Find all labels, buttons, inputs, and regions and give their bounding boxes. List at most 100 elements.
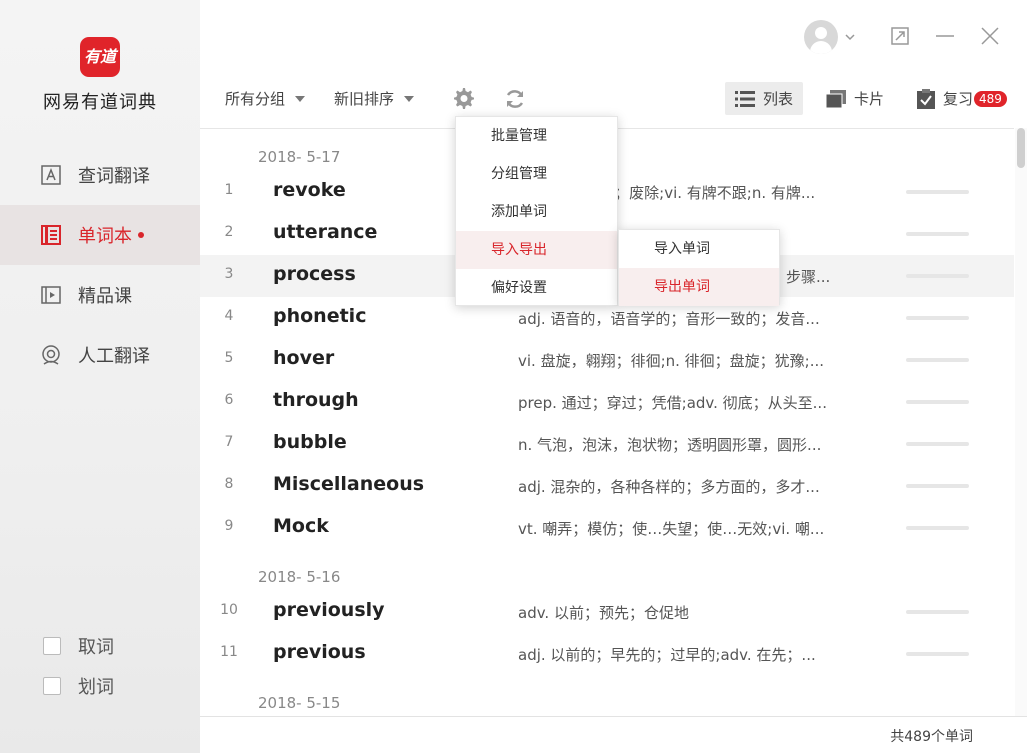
definition-text: adj. 混杂的，各种各样的；多方面的，多才... <box>518 478 820 496</box>
progress-bar <box>906 652 969 656</box>
scrollbar[interactable] <box>1015 128 1027 716</box>
caret-down-icon <box>404 95 415 102</box>
menu-item-import-words[interactable]: 导入单词 <box>619 230 779 268</box>
sidebar-item-human-translate[interactable]: 人工翻译 <box>0 325 200 385</box>
human-translate-icon <box>42 345 60 365</box>
word-text: revoke <box>273 179 346 201</box>
table-row[interactable]: 9 Mock vt. 嘲弄；模仿；使…失望；使…无效;vi. 嘲... <box>200 507 1014 549</box>
row-number: 10 <box>220 602 238 618</box>
progress-bar <box>906 190 969 194</box>
capture-word-checkbox[interactable] <box>43 637 61 655</box>
list-view-button[interactable]: 列表 <box>725 82 804 115</box>
word-text: process <box>273 263 356 285</box>
review-label: 复习 <box>943 90 974 108</box>
definition-text: prep. 通过；穿过；凭借;adv. 彻底；从头至... <box>518 394 827 412</box>
sidebar-item-course[interactable]: 精品课 <box>0 265 200 325</box>
maximize-icon[interactable] <box>888 24 912 48</box>
user-avatar[interactable] <box>804 20 838 54</box>
sidebar-item-label: 人工翻译 <box>78 346 150 367</box>
settings-gear-icon[interactable] <box>452 87 476 111</box>
row-number: 8 <box>224 476 234 492</box>
sidebar-item-wordbook[interactable]: 单词本 <box>0 205 200 265</box>
close-icon[interactable] <box>978 24 1002 48</box>
word-count: 共489个单词 <box>890 729 973 745</box>
progress-bar <box>906 316 969 320</box>
review-button[interactable]: 复习 489 <box>907 82 1017 115</box>
row-number: 1 <box>224 182 234 198</box>
table-row[interactable]: 7 bubble n. 气泡，泡沫，泡状物；透明圆形罩，圆形... <box>200 423 1014 465</box>
card-view-button[interactable]: 卡片 <box>816 82 894 115</box>
course-icon <box>41 286 61 304</box>
row-number: 2 <box>224 224 234 240</box>
option-capture-word[interactable]: 取词 <box>43 633 114 659</box>
date-header: 2018- 5-16 <box>258 568 341 586</box>
definition-text: n. 气泡，泡沫，泡状物；透明圆形罩，圆形... <box>518 436 822 454</box>
menu-item-export-words[interactable]: 导出单词 <box>619 268 779 306</box>
progress-bar <box>906 358 969 362</box>
progress-bar <box>906 610 969 614</box>
word-text: Miscellaneous <box>273 473 425 495</box>
definition-text: vi. 盘旋，翱翔；徘徊;n. 徘徊；盘旋；犹豫;... <box>518 352 825 370</box>
sort-label: 新旧排序 <box>334 90 395 108</box>
date-header: 2018- 5-15 <box>258 694 341 712</box>
progress-bar <box>906 484 969 488</box>
table-row[interactable]: 6 through prep. 通过；穿过；凭借;adv. 彻底；从头至... <box>200 381 1014 423</box>
select-word-checkbox[interactable] <box>43 677 61 695</box>
option-label: 划词 <box>78 677 114 698</box>
sidebar-item-dictionary[interactable]: 查词翻译 <box>0 145 200 205</box>
table-row[interactable]: 11 previous adj. 以前的；早先的；过早的;adv. 在先；... <box>200 633 1014 675</box>
row-number: 9 <box>224 518 234 534</box>
row-number: 7 <box>224 434 234 450</box>
list-icon <box>735 90 755 107</box>
menu-item-preferences[interactable]: 偏好设置 <box>456 269 617 307</box>
progress-bar <box>906 526 969 530</box>
list-view-label: 列表 <box>763 90 794 108</box>
row-number: 3 <box>224 266 234 282</box>
sidebar-item-label: 单词本 <box>78 226 132 247</box>
word-text: previously <box>273 599 385 621</box>
app-logo: 有道 <box>80 37 120 77</box>
definition-text: adj. 以前的；早先的；过早的;adv. 在先；... <box>518 646 816 664</box>
menu-item-import-export[interactable]: 导入导出 <box>456 231 617 269</box>
settings-menu: 批量管理 分组管理 添加单词 导入导出 偏好设置 <box>455 116 618 306</box>
word-text: through <box>273 389 359 411</box>
status-footer: 共489个单词 <box>200 716 1027 753</box>
review-count-badge: 489 <box>974 90 1007 107</box>
definition-text: 步骤... <box>786 268 831 286</box>
sidebar-item-label: 查词翻译 <box>78 166 150 187</box>
word-text: Mock <box>273 515 329 537</box>
scrollbar-thumb[interactable] <box>1017 128 1025 168</box>
option-label: 取词 <box>78 637 114 658</box>
menu-item-batch-manage[interactable]: 批量管理 <box>456 117 617 155</box>
menu-item-group-manage[interactable]: 分组管理 <box>456 155 617 193</box>
word-text: utterance <box>273 221 378 243</box>
progress-bar <box>906 400 969 404</box>
notification-dot <box>138 232 144 238</box>
group-filter-dropdown[interactable]: 所有分组 <box>225 88 306 109</box>
table-row[interactable]: 10 previously adv. 以前；预先；仓促地 <box>200 591 1014 633</box>
row-number: 11 <box>220 644 238 660</box>
review-clipboard-icon <box>917 88 935 109</box>
word-text: bubble <box>273 431 347 453</box>
chevron-down-icon[interactable] <box>845 33 855 41</box>
sync-icon[interactable] <box>503 87 527 111</box>
caret-down-icon <box>295 95 306 102</box>
sort-dropdown[interactable]: 新旧排序 <box>334 88 415 109</box>
dictionary-icon <box>41 165 61 185</box>
row-number: 6 <box>224 392 234 408</box>
card-icon <box>826 89 846 108</box>
table-row[interactable]: 5 hover vi. 盘旋，翱翔；徘徊;n. 徘徊；盘旋；犹豫;... <box>200 339 1014 381</box>
progress-bar <box>906 232 969 236</box>
minimize-icon[interactable] <box>933 24 957 48</box>
menu-item-add-word[interactable]: 添加单词 <box>456 193 617 231</box>
option-select-word[interactable]: 划词 <box>43 673 114 699</box>
wordbook-icon <box>41 225 61 245</box>
definition-text: vt. 嘲弄；模仿；使…失望；使…无效;vi. 嘲... <box>518 520 825 538</box>
import-export-submenu: 导入单词 导出单词 <box>618 229 780 306</box>
table-row[interactable]: 8 Miscellaneous adj. 混杂的，各种各样的；多方面的，多才..… <box>200 465 1014 507</box>
card-view-label: 卡片 <box>854 90 885 108</box>
definition-text: adj. 语音的，语音学的；音形一致的；发音... <box>518 310 820 328</box>
definition-text: adv. 以前；预先；仓促地 <box>518 604 689 622</box>
group-filter-label: 所有分组 <box>225 90 286 108</box>
word-text: previous <box>273 641 366 663</box>
